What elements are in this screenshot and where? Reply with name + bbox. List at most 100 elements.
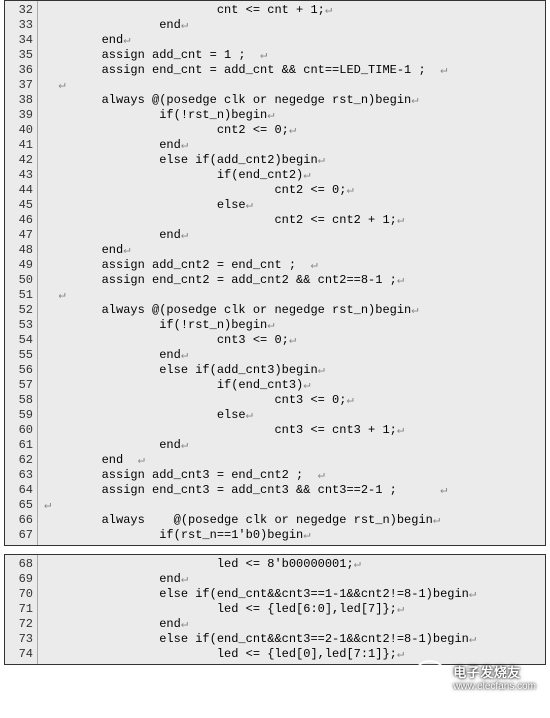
line-end-icon: ↵	[303, 168, 310, 182]
code-line: always @(posedge clk or negedge rst_n)be…	[44, 513, 545, 528]
code-line: cnt3 <= 0;↵	[44, 333, 545, 348]
code-line: ↵	[44, 288, 545, 303]
line-number-gutter: 68697071727374	[5, 555, 38, 664]
code-line: end↵	[44, 348, 545, 363]
code-line: if(!rst_n)begin↵	[44, 318, 545, 333]
line-number: 47	[5, 228, 33, 243]
line-end-icon: ↵	[346, 183, 353, 197]
line-end-icon: ↵	[433, 513, 440, 527]
line-end-icon: ↵	[181, 438, 188, 452]
watermark: 电子发烧友 www.elecfans.com	[413, 660, 536, 694]
code-line: else↵	[44, 198, 545, 213]
code-line: ↵	[44, 78, 545, 93]
line-end-icon: ↵	[346, 393, 353, 407]
code-line: if(!rst_n)begin↵	[44, 108, 545, 123]
logo-icon	[413, 660, 447, 694]
line-number: 40	[5, 123, 33, 138]
line-number: 36	[5, 63, 33, 78]
line-number: 63	[5, 468, 33, 483]
line-number: 56	[5, 363, 33, 378]
line-end-icon: ↵	[246, 198, 253, 212]
line-end-icon: ↵	[469, 587, 476, 601]
line-number: 59	[5, 408, 33, 423]
line-end-icon: ↵	[354, 557, 361, 571]
code-line: end↵	[44, 438, 545, 453]
line-end-icon: ↵	[303, 528, 310, 542]
line-end-icon: ↵	[310, 258, 317, 272]
code-line: cnt <= cnt + 1;↵	[44, 3, 545, 18]
code-line: cnt3 <= 0;↵	[44, 393, 545, 408]
code-line: cnt3 <= cnt3 + 1;↵	[44, 423, 545, 438]
line-number: 67	[5, 528, 33, 543]
line-end-icon: ↵	[267, 108, 274, 122]
line-end-icon: ↵	[181, 228, 188, 242]
code-line: end↵	[44, 243, 545, 258]
line-end-icon: ↵	[440, 483, 447, 497]
code-line: end↵	[44, 617, 545, 632]
line-number: 50	[5, 273, 33, 288]
line-end-icon: ↵	[58, 288, 65, 302]
code-line: led <= {led[0],led[7:1]};↵	[44, 647, 545, 662]
code-line: led <= {led[6:0],led[7]};↵	[44, 602, 545, 617]
line-number: 46	[5, 213, 33, 228]
line-number: 49	[5, 258, 33, 273]
line-end-icon: ↵	[411, 303, 418, 317]
line-end-icon: ↵	[267, 318, 274, 332]
line-number: 62	[5, 453, 33, 468]
line-number: 44	[5, 183, 33, 198]
line-end-icon: ↵	[303, 378, 310, 392]
line-end-icon: ↵	[44, 498, 51, 512]
line-number: 37	[5, 78, 33, 93]
code-line: assign add_cnt3 = end_cnt2 ; ↵	[44, 468, 545, 483]
line-number: 60	[5, 423, 33, 438]
line-number: 45	[5, 198, 33, 213]
line-number: 68	[5, 557, 33, 572]
line-end-icon: ↵	[325, 3, 332, 17]
line-end-icon: ↵	[123, 33, 130, 47]
line-number: 66	[5, 513, 33, 528]
line-number: 72	[5, 617, 33, 632]
code-area: cnt <= cnt + 1;↵ end↵ end↵ assign add_cn…	[38, 1, 545, 545]
line-number: 61	[5, 438, 33, 453]
line-number: 54	[5, 333, 33, 348]
line-end-icon: ↵	[138, 453, 145, 467]
line-end-icon: ↵	[289, 123, 296, 137]
code-line: end↵	[44, 33, 545, 48]
line-number: 53	[5, 318, 33, 333]
line-end-icon: ↵	[318, 153, 325, 167]
line-number: 73	[5, 632, 33, 647]
line-number: 65	[5, 498, 33, 513]
line-end-icon: ↵	[260, 48, 267, 62]
line-end-icon: ↵	[181, 572, 188, 586]
line-number: 34	[5, 33, 33, 48]
line-end-icon: ↵	[397, 602, 404, 616]
code-line: cnt2 <= 0;↵	[44, 123, 545, 138]
line-number: 58	[5, 393, 33, 408]
code-line: always @(posedge clk or negedge rst_n)be…	[44, 93, 545, 108]
code-line: end↵	[44, 228, 545, 243]
code-line: else if(add_cnt3)begin↵	[44, 363, 545, 378]
line-number: 55	[5, 348, 33, 363]
line-number-gutter: 3233343536373839404142434445464748495051…	[5, 1, 38, 545]
line-number: 41	[5, 138, 33, 153]
code-line: else if(end_cnt&&cnt3==2-1&&cnt2!=8-1)be…	[44, 632, 545, 647]
code-line: assign end_cnt3 = add_cnt3 && cnt3==2-1 …	[44, 483, 545, 498]
line-end-icon: ↵	[397, 423, 404, 437]
code-line: end↵	[44, 138, 545, 153]
code-block: 68697071727374 led <= 8'b00000001;↵ end↵…	[4, 554, 546, 665]
line-end-icon: ↵	[181, 138, 188, 152]
line-number: 39	[5, 108, 33, 123]
line-end-icon: ↵	[181, 617, 188, 631]
line-number: 51	[5, 288, 33, 303]
line-number: 43	[5, 168, 33, 183]
line-end-icon: ↵	[469, 632, 476, 646]
line-number: 71	[5, 602, 33, 617]
line-end-icon: ↵	[440, 63, 447, 77]
code-line: assign end_cnt = add_cnt && cnt==LED_TIM…	[44, 63, 545, 78]
line-end-icon: ↵	[246, 408, 253, 422]
code-line: end↵	[44, 18, 545, 33]
line-number: 69	[5, 572, 33, 587]
code-line: assign end_cnt2 = add_cnt2 && cnt2==8-1 …	[44, 273, 545, 288]
line-end-icon: ↵	[58, 78, 65, 92]
code-line: ↵	[44, 498, 545, 513]
